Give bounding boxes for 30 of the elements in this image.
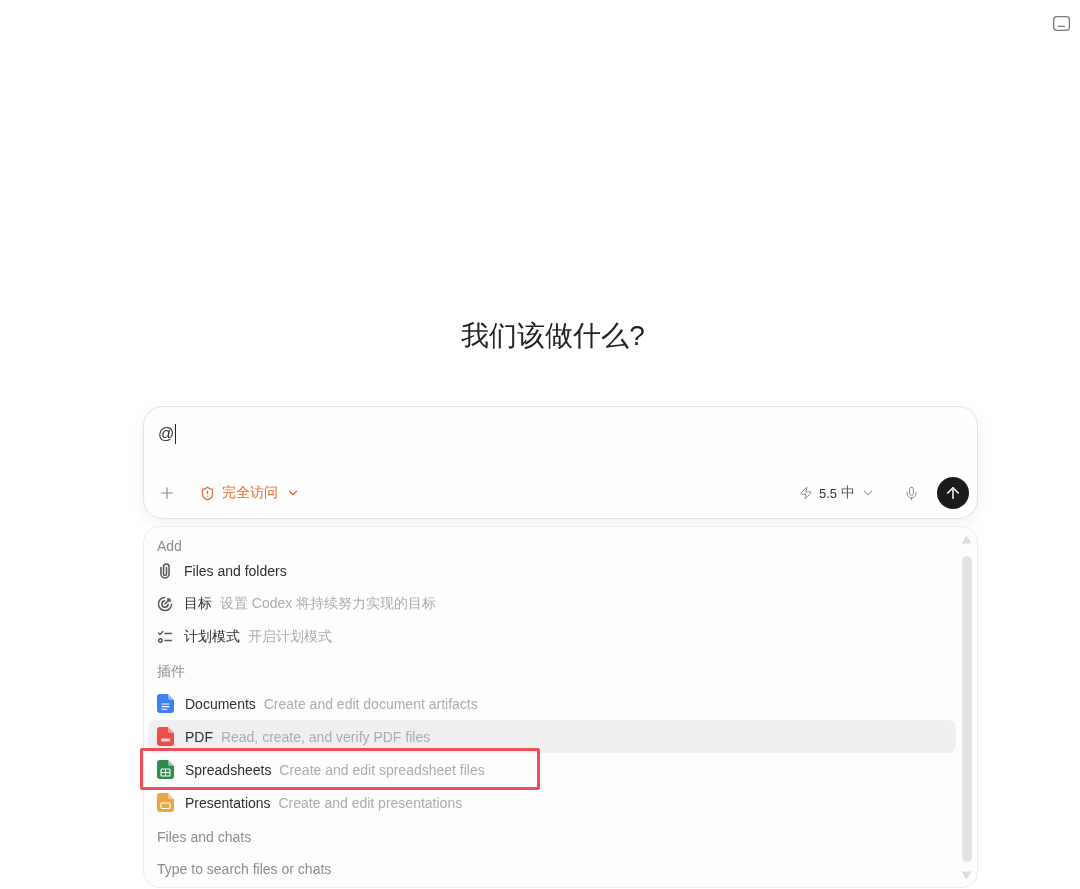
- plus-icon: [158, 484, 176, 502]
- model-selector[interactable]: 5.5 中: [794, 480, 879, 506]
- menu-item[interactable]: Presentations Create and edit presentations: [148, 786, 956, 819]
- target-icon: [157, 595, 173, 612]
- hint-text: Type to search files or chats: [156, 860, 332, 879]
- scrollbar-thumb[interactable]: [961, 556, 972, 862]
- panel-icon[interactable]: [1053, 16, 1070, 31]
- menu-item[interactable]: 计划模式 开启计划模式: [148, 620, 956, 653]
- menu-item[interactable]: Files and folders: [148, 554, 956, 587]
- menu-item[interactable]: Documents Create and edit document artifacts: [148, 687, 956, 720]
- section-title: Add: [156, 537, 182, 556]
- page-heading: 我们该做什么?: [461, 319, 645, 353]
- section-title: 插件: [156, 662, 185, 681]
- paperclip-icon: [157, 562, 173, 579]
- menu-item[interactable]: 目标 设置 Codex 将持续努力实现的目标: [148, 587, 956, 620]
- spreadsheet-icon: [157, 760, 174, 779]
- lightning-icon: [798, 486, 813, 500]
- shield-alert-icon: [200, 485, 215, 501]
- microphone-icon: [903, 485, 919, 501]
- message-input[interactable]: @: [158, 422, 969, 446]
- pdf-file-icon: [157, 727, 174, 746]
- send-button[interactable]: [937, 477, 969, 509]
- menu-item[interactable]: PDF Read, create, and verify PDF files: [148, 720, 956, 753]
- menu-item[interactable]: Spreadsheets Create and edit spreadsheet files: [148, 753, 956, 786]
- scroll-up-icon[interactable]: [961, 535, 972, 544]
- document-icon: [157, 694, 174, 713]
- checklist-icon: [157, 628, 173, 645]
- scroll-down-icon[interactable]: [961, 871, 972, 880]
- section-title: Files and chats: [156, 828, 252, 847]
- presentation-icon: [157, 793, 174, 812]
